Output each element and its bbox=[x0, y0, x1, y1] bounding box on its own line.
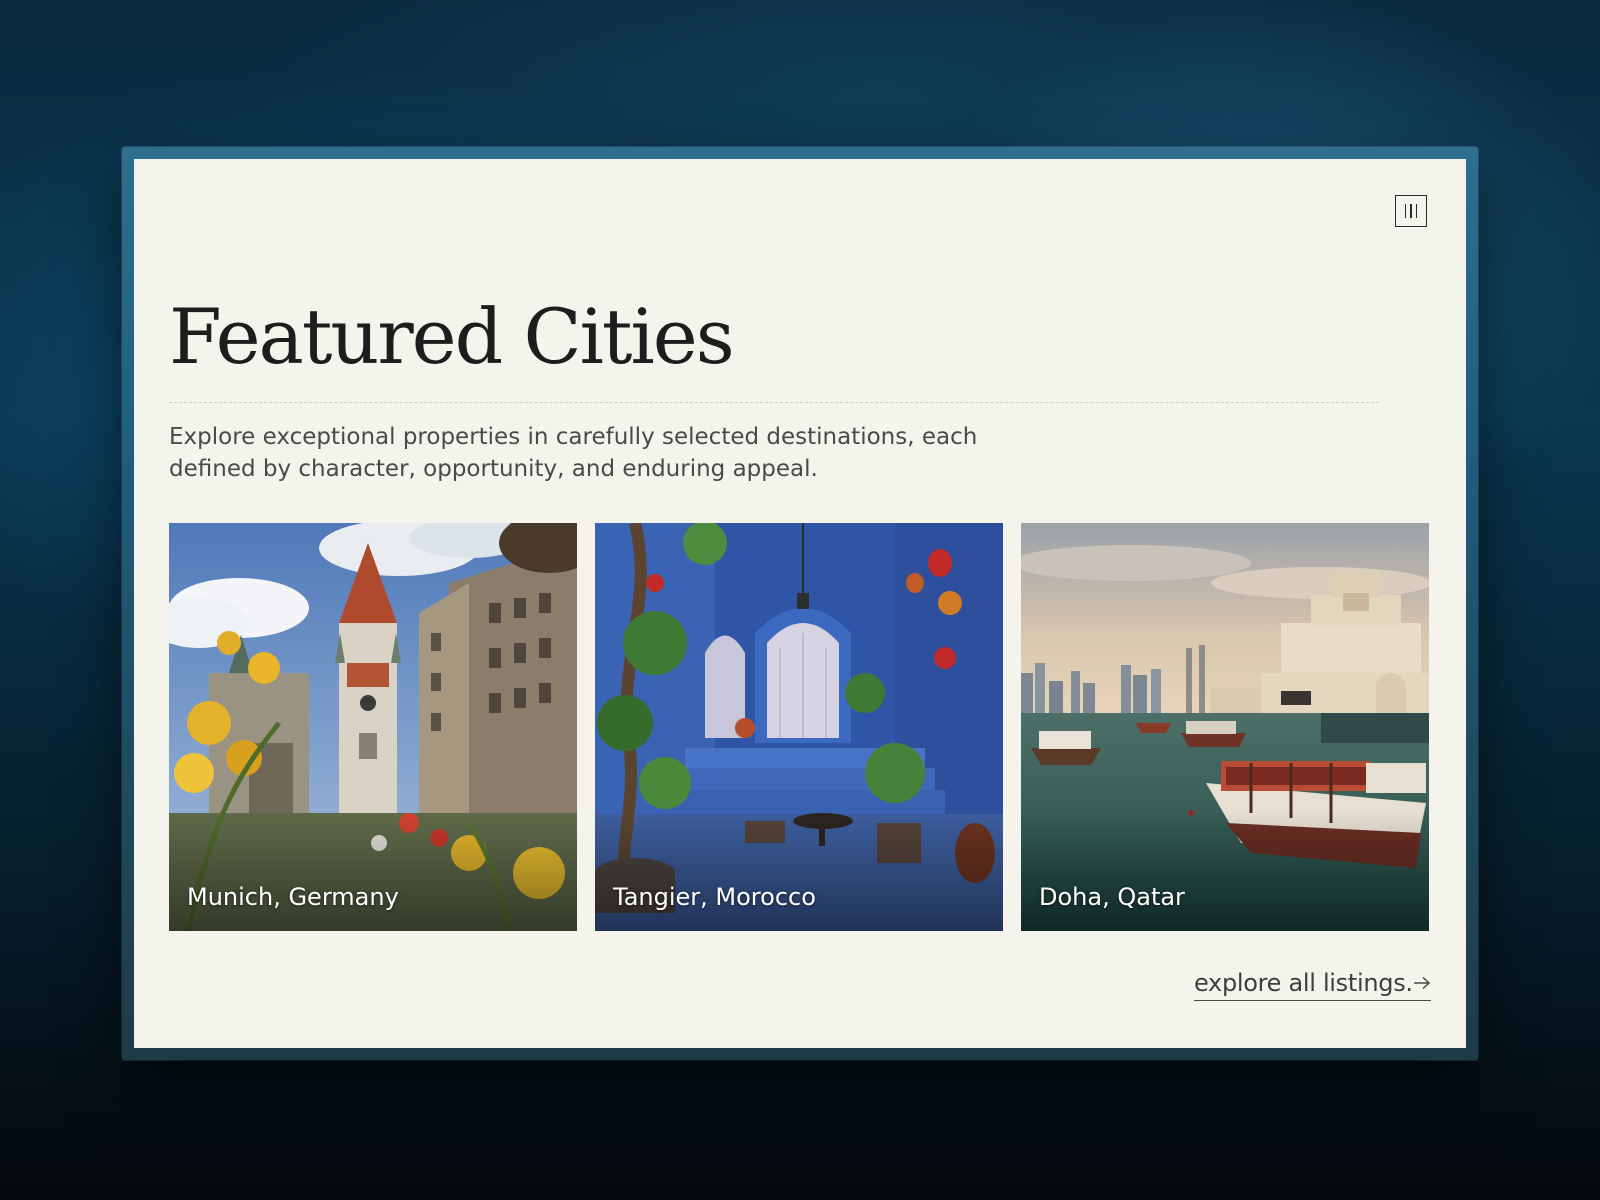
menu-button[interactable] bbox=[1395, 195, 1427, 227]
city-card-munich[interactable]: Munich, Germany bbox=[169, 523, 577, 931]
city-card-doha[interactable]: Doha, Qatar bbox=[1021, 523, 1429, 931]
city-label: Munich, Germany bbox=[187, 883, 399, 911]
title-divider bbox=[169, 402, 1379, 403]
explore-link-label: explore all listings. bbox=[1194, 968, 1413, 997]
city-label: Tangier, Morocco bbox=[613, 883, 816, 911]
card-shade bbox=[169, 811, 577, 931]
card-shade bbox=[595, 811, 1003, 931]
featured-cities-panel: Featured Cities Explore exceptional prop… bbox=[134, 159, 1466, 1048]
page-title: Featured Cities bbox=[169, 292, 735, 381]
city-label: Doha, Qatar bbox=[1039, 883, 1185, 911]
city-cards: Munich, Germany Tangier, Morocco Doha, Q… bbox=[169, 523, 1431, 931]
menu-icon-bar bbox=[1415, 204, 1418, 218]
menu-icon-bar bbox=[1410, 204, 1412, 218]
arrow-right-icon bbox=[1414, 976, 1431, 989]
menu-icon-bar bbox=[1404, 204, 1407, 218]
city-card-tangier[interactable]: Tangier, Morocco bbox=[595, 523, 1003, 931]
explore-all-listings-link[interactable]: explore all listings. bbox=[1194, 965, 1431, 1001]
page-subtitle: Explore exceptional properties in carefu… bbox=[169, 424, 978, 482]
card-shade bbox=[1021, 811, 1429, 931]
